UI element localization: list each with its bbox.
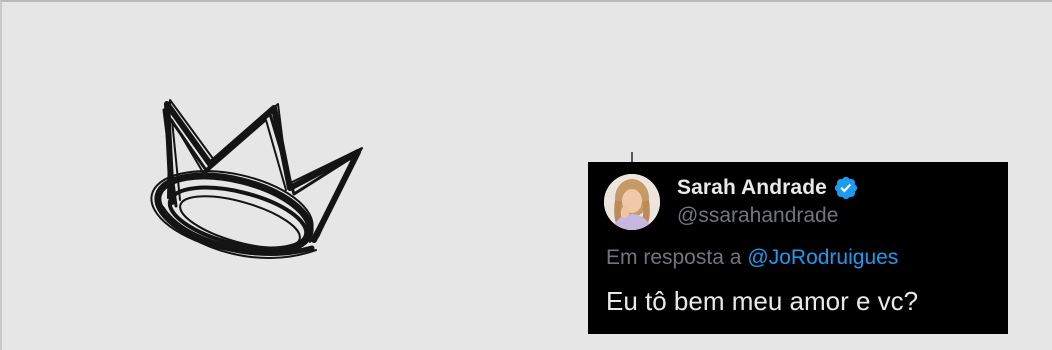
verified-badge-icon bbox=[834, 176, 858, 200]
image-canvas: Sarah Andrade @ssarahandrade Em resposta… bbox=[0, 0, 1052, 350]
crown-icon bbox=[150, 99, 363, 259]
avatar[interactable] bbox=[604, 174, 660, 230]
tweet-text: Eu tô bem meu amor e vc? bbox=[606, 286, 919, 316]
author-row: Sarah Andrade bbox=[677, 174, 859, 202]
avatar-image bbox=[604, 174, 660, 230]
user-handle[interactable]: @ssarahandrade bbox=[677, 204, 838, 228]
reply-to-link[interactable]: @JoRodruigues bbox=[747, 246, 898, 269]
reply-prefix: Em resposta a bbox=[606, 246, 742, 269]
display-name[interactable]: Sarah Andrade bbox=[677, 176, 827, 200]
tweet-card[interactable]: Sarah Andrade @ssarahandrade Em resposta… bbox=[588, 162, 1008, 334]
reply-context: Em resposta a @JoRodruigues bbox=[606, 246, 898, 270]
